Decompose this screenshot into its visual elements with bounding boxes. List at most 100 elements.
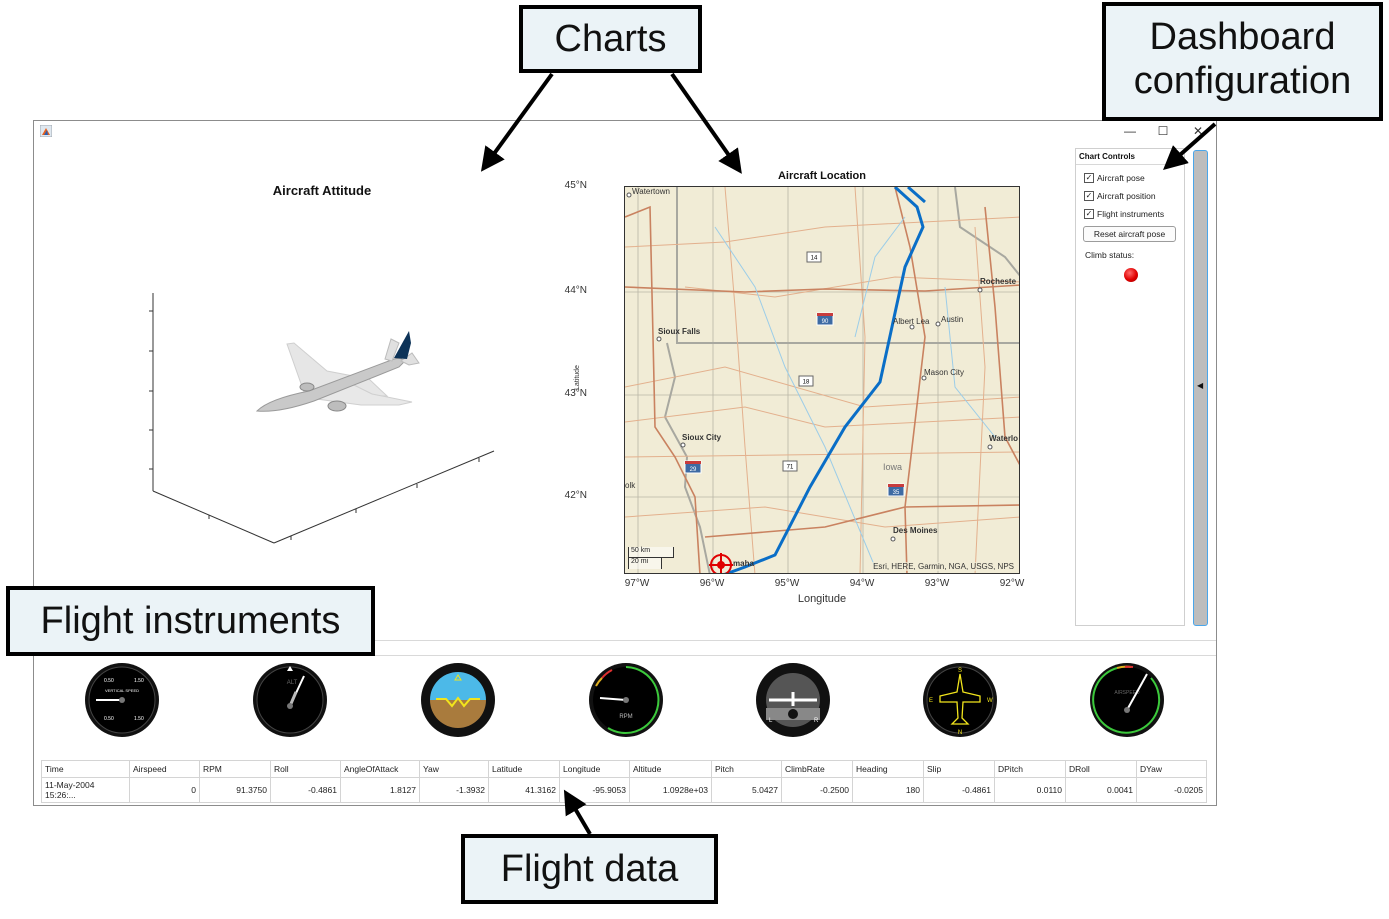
table-cell[interactable]: 0.0110 xyxy=(994,777,1066,803)
shield-90: 90 xyxy=(822,319,829,325)
aircraft-engine-right xyxy=(327,400,347,412)
column-header[interactable]: AngleOfAttack xyxy=(340,760,420,778)
svg-text:0.50: 0.50 xyxy=(104,678,114,684)
checkbox-flight-instruments[interactable]: ✓ Flight instruments xyxy=(1084,209,1184,219)
map-axes[interactable]: 14 90 18 71 29 35 Watertown Sioux Falls … xyxy=(624,186,1020,574)
checkbox[interactable]: ✓ xyxy=(1084,173,1094,183)
column-header[interactable]: DPitch xyxy=(994,760,1066,778)
attitude-3d-axes[interactable] xyxy=(129,281,529,551)
svg-text:R: R xyxy=(814,718,819,724)
shield-14: 14 xyxy=(811,256,818,262)
lon-tick-label: 94°W xyxy=(849,578,875,589)
checkbox-aircraft-pose[interactable]: ✓ Aircraft pose xyxy=(1084,173,1184,183)
climb-status-label: Climb status: xyxy=(1085,250,1135,260)
city-label: Austin xyxy=(941,315,964,324)
table-cell[interactable]: -0.4861 xyxy=(923,777,995,803)
column-header[interactable]: Airspeed xyxy=(129,760,200,778)
gauge-label: ALT xyxy=(287,680,298,686)
city-label: Rocheste xyxy=(980,277,1017,286)
heading-indicator-gauge: S N E W xyxy=(923,663,997,737)
scale-km: 50 km xyxy=(628,547,674,558)
close-button[interactable]: ✕ xyxy=(1187,123,1209,139)
city-label: Waterlo xyxy=(989,434,1019,443)
table-header-row: Time Airspeed RPM Roll AngleOfAttack Yaw… xyxy=(41,760,1207,778)
table-cell[interactable]: -1.3932 xyxy=(419,777,489,803)
column-header[interactable]: Time xyxy=(41,760,130,778)
maximize-button[interactable]: ☐ xyxy=(1152,123,1174,139)
minimize-button[interactable]: — xyxy=(1119,123,1141,139)
lat-tick-label: 43°N xyxy=(564,388,587,399)
column-header[interactable]: RPM xyxy=(199,760,271,778)
column-header[interactable]: Yaw xyxy=(419,760,489,778)
map-xlabel: Longitude xyxy=(797,593,847,605)
state-label: Iowa xyxy=(883,462,903,472)
column-header[interactable]: Altitude xyxy=(629,760,712,778)
chart-controls-title: Chart Controls xyxy=(1076,149,1184,165)
collapse-arrow-icon: ◀ xyxy=(1197,381,1204,390)
checkbox[interactable]: ✓ xyxy=(1084,209,1094,219)
panel-collapse-handle[interactable]: ◀ xyxy=(1193,150,1208,626)
column-header[interactable]: Latitude xyxy=(488,760,560,778)
column-header[interactable]: Pitch xyxy=(711,760,782,778)
table-cell[interactable]: 0.0041 xyxy=(1065,777,1137,803)
lon-tick-label: 92°W xyxy=(999,578,1025,589)
attitude-indicator-gauge xyxy=(421,663,495,737)
callout-dashboard-configuration: Dashboard configuration xyxy=(1102,2,1383,121)
callout-charts: Charts xyxy=(519,5,702,73)
svg-text:S: S xyxy=(958,668,962,674)
table-cell[interactable]: 0 xyxy=(129,777,200,803)
city-label: Sioux Falls xyxy=(658,327,701,336)
svg-text:0.50: 0.50 xyxy=(104,716,114,722)
attitude-chart-title: Aircraft Attitude xyxy=(272,183,372,198)
y-axis xyxy=(273,450,495,544)
city-label: Des Moines xyxy=(893,526,938,535)
table-cell[interactable]: 91.3750 xyxy=(199,777,271,803)
flight-data-table: Time Airspeed RPM Roll AngleOfAttack Yaw… xyxy=(41,760,1207,803)
shield-35: 35 xyxy=(893,490,900,496)
column-header[interactable]: DRoll xyxy=(1065,760,1137,778)
table-row[interactable]: 11-May-2004 15:26:... 0 91.3750 -0.4861 … xyxy=(41,777,1207,803)
vertical-speed-gauge: VERTICAL SPEED 0.50 1.50 0.50 1.50 xyxy=(85,663,159,737)
checkbox-label: Aircraft position xyxy=(1097,191,1156,201)
shield-71: 71 xyxy=(787,465,794,471)
aircraft-engine-left xyxy=(299,382,315,392)
x-axis xyxy=(152,490,275,544)
lon-tick-label: 95°W xyxy=(774,578,800,589)
reset-aircraft-pose-button[interactable]: Reset aircraft pose xyxy=(1083,226,1176,242)
gauge-label: RPM xyxy=(619,714,632,720)
table-cell[interactable]: -0.0205 xyxy=(1136,777,1207,803)
column-header[interactable]: Slip xyxy=(923,760,995,778)
table-cell[interactable]: 5.0427 xyxy=(711,777,782,803)
table-cell[interactable]: 41.3162 xyxy=(488,777,560,803)
city-label: Albert Lea xyxy=(893,317,930,326)
table-cell[interactable]: 1.8127 xyxy=(340,777,420,803)
map-chart-title: Aircraft Location xyxy=(777,170,866,182)
table-cell[interactable]: 1.0928e+03 xyxy=(629,777,712,803)
table-cell[interactable]: -95.9053 xyxy=(559,777,630,803)
checkbox-aircraft-position[interactable]: ✓ Aircraft position xyxy=(1084,191,1184,201)
table-cell[interactable]: -0.4861 xyxy=(270,777,341,803)
callout-flight-data: Flight data xyxy=(461,834,718,904)
column-header[interactable]: DYaw xyxy=(1136,760,1207,778)
rivers xyxy=(714,216,996,568)
table-cell[interactable]: 11-May-2004 15:26:... xyxy=(41,777,130,803)
table-cell[interactable]: 180 xyxy=(852,777,924,803)
table-cell[interactable]: -0.2500 xyxy=(781,777,853,803)
lat-tick-label: 44°N xyxy=(564,285,587,296)
scale-mi: 20 mi xyxy=(628,558,662,569)
aircraft-model xyxy=(255,331,420,412)
altimeter-gauge: ALT xyxy=(253,663,327,737)
svg-text:1.50: 1.50 xyxy=(134,716,144,722)
column-header[interactable]: Roll xyxy=(270,760,341,778)
lon-tick-label: 97°W xyxy=(624,578,650,589)
route-shields: 14 90 18 71 29 35 xyxy=(684,251,905,497)
column-header[interactable]: Heading xyxy=(852,760,924,778)
chart-controls-panel: Chart Controls ✓ Aircraft pose ✓ Aircraf… xyxy=(1075,148,1185,626)
callout-flight-instruments: Flight instruments xyxy=(6,586,375,656)
map-ylabel: Latitude xyxy=(573,365,581,390)
column-header[interactable]: Longitude xyxy=(559,760,630,778)
checkbox[interactable]: ✓ xyxy=(1084,191,1094,201)
column-header[interactable]: ClimbRate xyxy=(781,760,853,778)
climb-status-lamp xyxy=(1124,268,1138,282)
svg-text:E: E xyxy=(929,698,933,704)
